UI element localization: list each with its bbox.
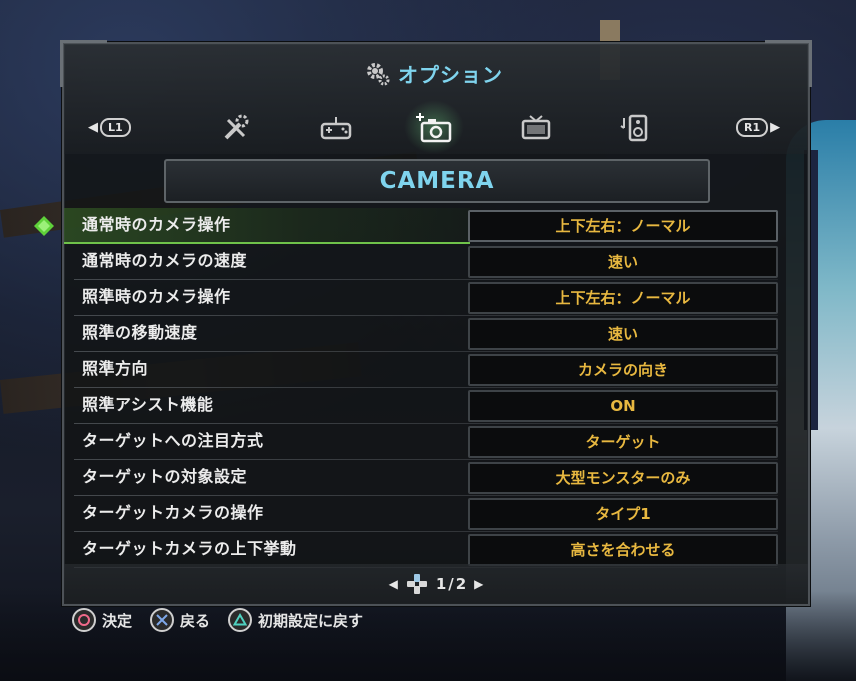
tools-icon: [224, 114, 249, 140]
setting-label: 通常時のカメラの速度: [82, 251, 248, 270]
section-title: CAMERA: [379, 168, 495, 194]
page-prev-button[interactable]: ◀: [389, 577, 398, 591]
setting-label: 通常時のカメラ操作: [82, 215, 231, 234]
setting-label: 照準方向: [82, 359, 149, 378]
settings-list: 通常時のカメラ操作 上下左右：ノーマル 通常時のカメラの速度 速い 照準時のカメ…: [34, 208, 778, 568]
display-icon: [521, 115, 551, 140]
r1-next-tab-button[interactable]: R1 ▶: [736, 118, 780, 137]
camera-icon: [416, 113, 452, 143]
gear-icon: [367, 63, 390, 86]
tab-controls[interactable]: [314, 106, 358, 150]
setting-value[interactable]: カメラの向き: [468, 354, 778, 386]
setting-value[interactable]: タイプ1: [468, 498, 778, 530]
setting-value[interactable]: 大型モンスターのみ: [468, 462, 778, 494]
setting-value[interactable]: 上下左右：ノーマル: [468, 210, 778, 242]
setting-label: ターゲットカメラの操作: [82, 503, 264, 522]
setting-label: ターゲットカメラの上下挙動: [82, 539, 297, 558]
page-title: オプション: [398, 62, 503, 87]
tab-sound[interactable]: [612, 106, 656, 150]
hint-back[interactable]: 戻る: [150, 608, 210, 632]
corner-ornament: [60, 40, 107, 87]
setting-row[interactable]: 照準の移動速度 速い: [74, 316, 778, 352]
page-next-button[interactable]: ▶: [474, 577, 483, 591]
setting-row[interactable]: 照準アシスト機能 ON: [74, 388, 778, 424]
dpad-icon: [406, 574, 427, 594]
setting-label: ターゲットへの注目方式: [82, 431, 264, 450]
setting-value[interactable]: ON: [468, 390, 778, 422]
hint-confirm[interactable]: 決定: [72, 608, 132, 632]
setting-value[interactable]: 高さを合わせる: [468, 534, 778, 566]
tab-bar: ◀ L1 R1 ▶: [84, 100, 788, 154]
setting-label: 照準時のカメラ操作: [82, 287, 231, 306]
l1-badge: L1: [100, 118, 131, 137]
arrow-right-icon: ▶: [770, 120, 781, 135]
cross-button-icon: [150, 608, 175, 632]
circle-button-icon: [72, 608, 96, 632]
button-hints: 決定 戻る 初期設定に戻す: [72, 608, 363, 632]
page-separator: /: [448, 575, 454, 593]
options-title: オプション: [364, 58, 564, 88]
hint-label: 戻る: [180, 611, 211, 630]
setting-label: ターゲットの対象設定: [82, 467, 248, 486]
tab-display[interactable]: [514, 106, 558, 150]
tab-general[interactable]: [214, 106, 258, 150]
setting-row[interactable]: ターゲットの対象設定 大型モンスターのみ: [74, 460, 778, 496]
r1-badge: R1: [736, 118, 769, 137]
setting-value[interactable]: ターゲット: [468, 426, 778, 458]
options-panel: オプション ◀ L1 R1 ▶ CAMERA 通常時のカメラ操作 上下左右：ノー…: [34, 40, 812, 606]
hint-label: 決定: [102, 611, 133, 630]
hint-reset-defaults[interactable]: 初期設定に戻す: [228, 608, 363, 632]
setting-value[interactable]: 上下左右：ノーマル: [468, 282, 778, 314]
arrow-left-icon: ◀: [88, 120, 98, 135]
setting-row[interactable]: ターゲットカメラの上下挙動 高さを合わせる: [74, 532, 778, 568]
setting-value[interactable]: 速い: [468, 318, 778, 350]
setting-row[interactable]: 照準方向 カメラの向き: [74, 352, 778, 388]
setting-label: 照準の移動速度: [82, 323, 198, 342]
controller-icon: [320, 117, 352, 140]
corner-ornament: [765, 40, 812, 87]
setting-row[interactable]: 照準時のカメラ操作 上下左右：ノーマル: [74, 280, 778, 316]
section-header: CAMERA: [164, 159, 710, 203]
tab-camera[interactable]: [404, 100, 464, 154]
l1-prev-tab-button[interactable]: ◀ L1: [88, 118, 131, 137]
selection-cursor-icon: [34, 216, 54, 236]
hint-label: 初期設定に戻す: [258, 611, 364, 630]
setting-label: 照準アシスト機能: [82, 395, 214, 414]
page-total: 2: [455, 575, 467, 593]
page-current: 1: [435, 575, 447, 593]
setting-row[interactable]: ターゲットカメラの操作 タイプ1: [74, 496, 778, 532]
page-navigation: ◀ 1/2 ▶: [64, 564, 808, 604]
triangle-button-icon: [228, 608, 253, 632]
setting-value[interactable]: 速い: [468, 246, 778, 278]
setting-row[interactable]: 通常時のカメラの速度 速い: [74, 244, 778, 280]
setting-row[interactable]: ターゲットへの注目方式 ターゲット: [74, 424, 778, 460]
setting-row[interactable]: 通常時のカメラ操作 上下左右：ノーマル: [34, 208, 778, 244]
sound-icon: [620, 114, 648, 142]
